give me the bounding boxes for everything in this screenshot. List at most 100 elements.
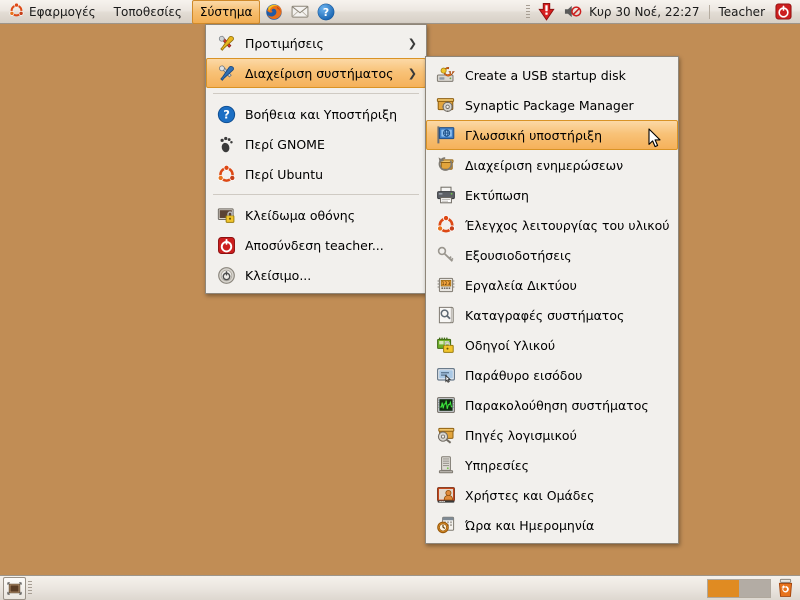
- update-manager-icon[interactable]: [534, 0, 558, 24]
- hardware-testing-icon: [435, 214, 457, 236]
- menu-item-about-gnome-label: Περί GNOME: [245, 136, 325, 152]
- show-desktop-icon[interactable]: [3, 576, 26, 600]
- menu-applications[interactable]: Εφαρμογές: [1, 0, 104, 24]
- submenu-item-system-log[interactable]: Καταγραφές συστήματος: [426, 300, 678, 330]
- workspace-2[interactable]: [739, 579, 770, 597]
- menu-item-help-and-support-label: Βοήθεια και Υποστήριξη: [245, 106, 398, 122]
- menu-item-preferences-label: Προτιμήσεις: [245, 35, 324, 51]
- synaptic-icon: [435, 94, 457, 116]
- menu-item-administration[interactable]: Διαχείριση συστήματος ❯: [206, 58, 426, 88]
- submenu-item-login-window-label: Παράθυρο εισόδου: [465, 367, 583, 383]
- workspace-switcher[interactable]: [707, 578, 771, 598]
- clock[interactable]: Κυρ 30 Νοέ, 22:27: [585, 5, 703, 19]
- submenu-item-language-support[interactable]: Γλωσσική υποστήριξη: [426, 120, 678, 150]
- submenu-item-users-and-groups[interactable]: Χρήστες και Ομάδες: [426, 480, 678, 510]
- update-manager-icon: [435, 154, 457, 176]
- menu-item-lock-screen-label: Κλείδωμα οθόνης: [245, 207, 356, 223]
- user-menu-label[interactable]: Teacher: [716, 5, 770, 19]
- submenu-item-printing[interactable]: Εκτύπωση: [426, 180, 678, 210]
- panel-divider: [709, 4, 711, 19]
- submenu-item-software-sources[interactable]: Πηγές λογισμικού: [426, 420, 678, 450]
- menu-item-about-gnome[interactable]: Περί GNOME: [206, 129, 426, 159]
- time-date-icon: [435, 514, 457, 536]
- submenu-item-network-tools-label: Εργαλεία Δικτύου: [465, 277, 577, 293]
- gnome-foot-icon: [215, 133, 237, 155]
- submenu-item-time-and-date[interactable]: Ώρα και Ημερομηνία: [426, 510, 678, 540]
- panel-menubar: Εφαρμογές Τοποθεσίες Σύστημα ?: [0, 0, 339, 24]
- menu-item-logout-label: Αποσύνδεση teacher...: [245, 237, 384, 253]
- menu-applications-label: Εφαρμογές: [29, 4, 96, 19]
- menu-item-lock-screen[interactable]: Κλείδωμα οθόνης: [206, 200, 426, 230]
- help-icon: ?: [215, 103, 237, 125]
- menu-places[interactable]: Τοποθεσίες: [106, 0, 190, 24]
- usb-startup-disk-icon: [435, 64, 457, 86]
- submenu-item-software-sources-label: Πηγές λογισμικού: [465, 427, 577, 443]
- submenu-item-update-manager[interactable]: Διαχείριση ενημερώσεων: [426, 150, 678, 180]
- trash-icon[interactable]: [774, 577, 796, 599]
- menu-item-logout[interactable]: Αποσύνδεση teacher...: [206, 230, 426, 260]
- submenu-item-network-tools[interactable]: 123 Εργαλεία Δικτύου: [426, 270, 678, 300]
- workspace-1[interactable]: [708, 579, 739, 597]
- menu-item-help-and-support[interactable]: ? Βοήθεια και Υποστήριξη: [206, 99, 426, 129]
- administration-submenu: Create a USB startup disk Synaptic Packa…: [425, 56, 679, 544]
- submenu-item-synaptic-label: Synaptic Package Manager: [465, 97, 634, 113]
- submenu-item-hardware-drivers-label: Οδηγοί Υλικού: [465, 337, 556, 353]
- submenu-item-time-and-date-label: Ώρα και Ημερομηνία: [465, 517, 595, 533]
- submenu-item-printing-label: Εκτύπωση: [465, 187, 529, 203]
- services-icon: [435, 454, 457, 476]
- menu-separator: [213, 194, 419, 195]
- login-window-icon: [435, 364, 457, 386]
- menu-item-administration-label: Διαχείριση συστήματος: [245, 65, 394, 81]
- bottom-panel: [0, 575, 800, 600]
- menu-item-shutdown-label: Κλείσιμο...: [245, 267, 312, 283]
- submenu-item-hardware-drivers[interactable]: Οδηγοί Υλικού: [426, 330, 678, 360]
- menu-item-about-ubuntu[interactable]: Περί Ubuntu: [206, 159, 426, 189]
- network-tools-icon: 123: [435, 274, 457, 296]
- power-icon[interactable]: [771, 0, 795, 24]
- lock-screen-icon: [215, 204, 237, 226]
- language-support-icon: [435, 124, 457, 146]
- panel-tray-area: Κυρ 30 Νοέ, 22:27 Teacher: [524, 0, 800, 24]
- preferences-icon: [215, 32, 237, 54]
- menu-item-about-ubuntu-label: Περί Ubuntu: [245, 166, 324, 182]
- system-log-icon: [435, 304, 457, 326]
- svg-text:?: ?: [223, 107, 230, 121]
- submenu-item-system-monitor[interactable]: Παρακολούθηση συστήματος: [426, 390, 678, 420]
- submenu-item-login-window[interactable]: Παράθυρο εισόδου: [426, 360, 678, 390]
- authorizations-icon: [435, 244, 457, 266]
- top-panel: Εφαρμογές Τοποθεσίες Σύστημα ? Κυρ 30 Νο…: [0, 0, 800, 24]
- svg-text:123: 123: [442, 281, 451, 287]
- administration-icon: [215, 62, 237, 84]
- printer-icon: [435, 184, 457, 206]
- menu-system-label: Σύστημα: [199, 4, 253, 19]
- help-launcher-icon[interactable]: ?: [314, 0, 338, 24]
- submenu-item-language-support-label: Γλωσσική υποστήριξη: [465, 127, 602, 143]
- chevron-right-icon: ❯: [407, 66, 417, 80]
- volume-muted-icon[interactable]: [560, 0, 584, 24]
- submenu-item-usb-startup-disk[interactable]: Create a USB startup disk: [426, 60, 678, 90]
- shutdown-icon: [215, 264, 237, 286]
- tray-grip-handle[interactable]: [526, 4, 531, 19]
- submenu-item-synaptic[interactable]: Synaptic Package Manager: [426, 90, 678, 120]
- submenu-item-authorizations-label: Εξουσιοδοτήσεις: [465, 247, 572, 263]
- users-groups-icon: [435, 484, 457, 506]
- submenu-item-users-and-groups-label: Χρήστες και Ομάδες: [465, 487, 595, 503]
- window-list-grip-handle[interactable]: [28, 581, 32, 595]
- svg-text:?: ?: [323, 6, 329, 19]
- submenu-item-authorizations[interactable]: Εξουσιοδοτήσεις: [426, 240, 678, 270]
- system-menu: Προτιμήσεις ❯ Διαχείριση συστήματος ❯ ? …: [205, 24, 427, 294]
- submenu-item-system-log-label: Καταγραφές συστήματος: [465, 307, 625, 323]
- submenu-item-usb-startup-disk-label: Create a USB startup disk: [465, 67, 626, 83]
- ubuntu-logo-icon: [9, 2, 24, 21]
- menu-system[interactable]: Σύστημα: [191, 0, 261, 24]
- submenu-item-update-manager-label: Διαχείριση ενημερώσεων: [465, 157, 624, 173]
- menu-item-shutdown[interactable]: Κλείσιμο...: [206, 260, 426, 290]
- ubuntu-logo-icon: [215, 163, 237, 185]
- mail-launcher-icon[interactable]: [288, 0, 312, 24]
- menu-separator: [213, 93, 419, 94]
- menu-item-preferences[interactable]: Προτιμήσεις ❯: [206, 28, 426, 58]
- submenu-item-services[interactable]: Υπηρεσίες: [426, 450, 678, 480]
- submenu-item-hardware-testing[interactable]: Έλεγχος λειτουργίας του υλικού: [426, 210, 678, 240]
- firefox-launcher-icon[interactable]: [262, 0, 286, 24]
- logout-icon: [215, 234, 237, 256]
